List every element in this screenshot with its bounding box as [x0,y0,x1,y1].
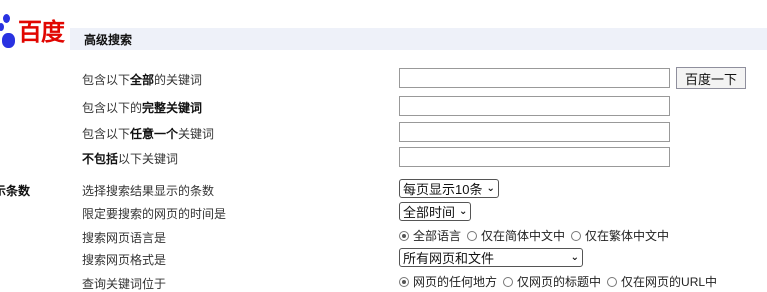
language-option[interactable]: 仅在繁体中文中 [571,227,669,244]
exclude-keywords-input[interactable] [399,147,670,167]
any-keywords-input[interactable] [399,122,670,142]
chevron-down-icon: ⌄ [459,206,468,217]
chevron-down-icon: ⌄ [486,183,495,194]
row-any-keywords: 包含以下任意一个关键词 [0,122,767,142]
result-count-select[interactable]: 每页显示10条 ⌄ [399,179,499,198]
logo-text: 百度 [18,19,65,46]
row-all-keywords: 包含以下全部的关键词 百度一下 [0,67,767,89]
position-radio-group: 网页的任何地方 仅网页的标题中 仅在网页的URL中 [399,272,717,290]
row-position: 查询关键词位于 网页的任何地方 仅网页的标题中 仅在网页的URL中 [0,272,767,292]
language-option[interactable]: 仅在简体中文中 [467,227,565,244]
time-label: 限定要搜索的网页的时间是 [82,207,227,221]
radio-icon [571,230,582,241]
all-keywords-label: 包含以下全部的关键词 [82,73,203,87]
row-exclude-keywords: 不包括以下关键词 [0,147,767,167]
exact-keywords-label: 包含以下的完整关键词 [82,101,203,115]
radio-icon [503,276,514,287]
row-format: 搜索网页格式是 所有网页和文件 ⌄ [0,248,767,268]
language-label: 搜索网页语言是 [82,231,167,245]
result-count-category: 示条数 [0,184,31,198]
row-language: 搜索网页语言是 全部语言 仅在简体中文中 仅在繁体中文中 [0,226,767,246]
radio-selected-icon [399,276,409,287]
position-option[interactable]: 仅网页的标题中 [503,273,601,290]
result-count-label: 选择搜索结果显示的条数 [82,184,215,198]
format-select[interactable]: 所有网页和文件 ⌄ [399,248,583,267]
chevron-down-icon: ⌄ [570,252,579,263]
radio-icon [607,276,618,287]
radio-selected-icon [399,230,409,241]
radio-icon [467,230,478,241]
exclude-keywords-label: 不包括以下关键词 [82,152,179,166]
page-title: 高级搜索 [84,33,133,47]
language-option[interactable]: 全部语言 [399,227,461,244]
position-option[interactable]: 仅在网页的URL中 [607,273,717,290]
row-time: 限定要搜索的网页的时间是 全部时间 ⌄ [0,202,767,222]
paw-icon [3,14,10,23]
any-keywords-label: 包含以下任意一个关键词 [82,127,215,141]
row-exact-keywords: 包含以下的完整关键词 [0,96,767,116]
baidu-logo[interactable]: 百度 [0,14,70,52]
language-radio-group: 全部语言 仅在简体中文中 仅在繁体中文中 [399,226,669,244]
paw-icon [2,33,15,48]
search-button[interactable]: 百度一下 [676,67,746,89]
header-bar: 高级搜索 [70,28,767,50]
time-select[interactable]: 全部时间 ⌄ [399,202,472,221]
all-keywords-input[interactable] [399,68,670,88]
row-result-count: 示条数 选择搜索结果显示的条数 每页显示10条 ⌄ [0,179,767,199]
position-option[interactable]: 网页的任何地方 [399,273,497,290]
paw-icon [0,23,4,31]
exact-keywords-input[interactable] [399,96,670,116]
format-label: 搜索网页格式是 [82,253,167,267]
